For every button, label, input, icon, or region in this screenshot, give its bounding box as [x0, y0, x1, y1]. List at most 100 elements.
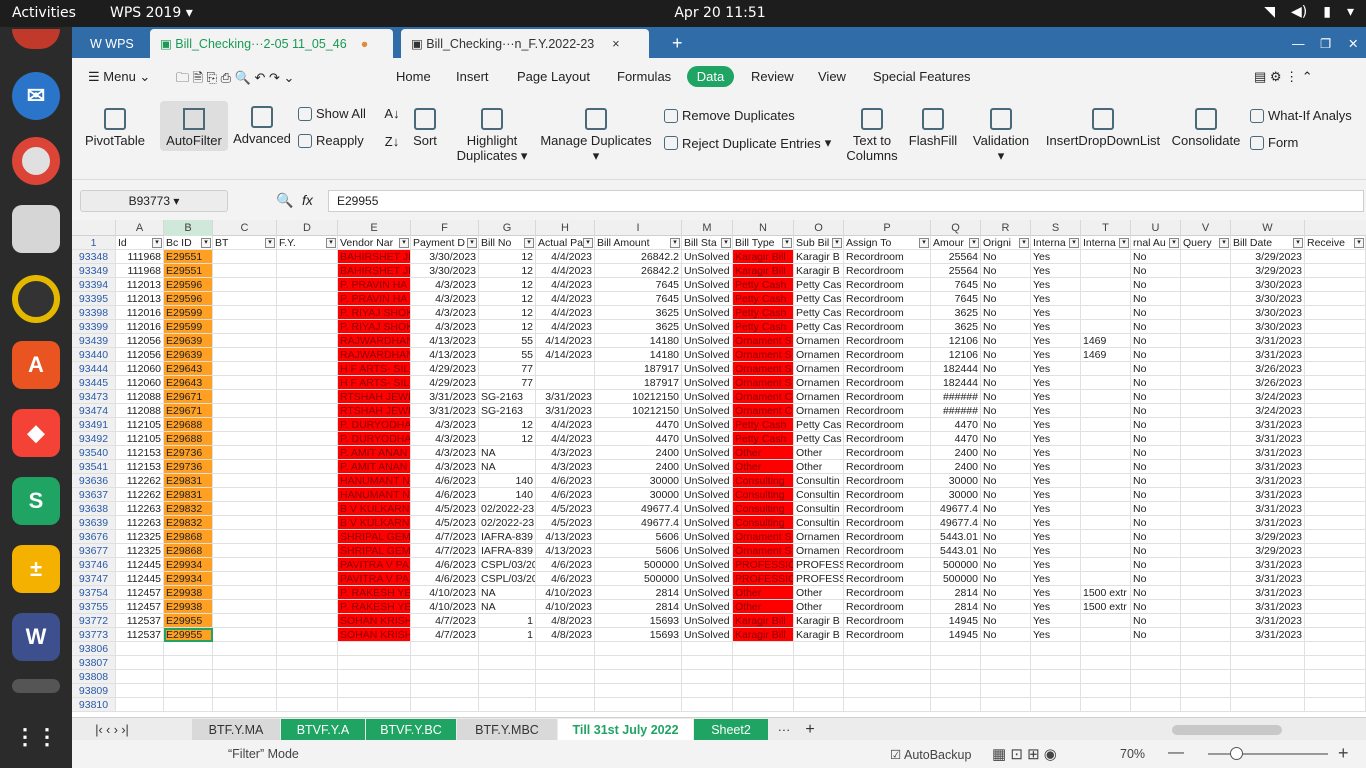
- cell[interactable]: 4/6/2023: [411, 572, 479, 586]
- cell[interactable]: 30000: [931, 474, 981, 488]
- cell[interactable]: Yes: [1031, 544, 1081, 558]
- cell[interactable]: E29736: [164, 460, 213, 474]
- header-cell[interactable]: BT ▾: [213, 236, 277, 250]
- header-cell[interactable]: Bc ID ▾: [164, 236, 213, 250]
- cell[interactable]: [213, 558, 277, 572]
- cell[interactable]: Recordroom: [844, 446, 931, 460]
- cell[interactable]: 26842.2: [595, 264, 682, 278]
- cell[interactable]: Recordroom: [844, 432, 931, 446]
- close-icon[interactable]: ×: [612, 37, 619, 51]
- cell[interactable]: [213, 264, 277, 278]
- cell[interactable]: BAHIRSHET JE: [338, 264, 411, 278]
- cell[interactable]: 3/31/2023: [1231, 600, 1305, 614]
- cell[interactable]: 4470: [931, 418, 981, 432]
- cell[interactable]: [277, 446, 338, 460]
- cell[interactable]: Yes: [1031, 334, 1081, 348]
- cell[interactable]: [277, 404, 338, 418]
- header-cell[interactable]: Assign To ▾: [844, 236, 931, 250]
- new-tab-button[interactable]: +: [662, 29, 693, 58]
- row-number[interactable]: 93773: [72, 628, 116, 642]
- row-number[interactable]: 93540: [72, 446, 116, 460]
- col-header-o[interactable]: O: [794, 220, 844, 236]
- cell[interactable]: [1181, 516, 1231, 530]
- cell[interactable]: 4/6/2023: [411, 488, 479, 502]
- cell[interactable]: Yes: [1031, 376, 1081, 390]
- cell[interactable]: E29832: [164, 502, 213, 516]
- cell[interactable]: 4/4/2023: [536, 250, 595, 264]
- cell[interactable]: 4/6/2023: [536, 558, 595, 572]
- cell[interactable]: [931, 698, 981, 712]
- cell[interactable]: 3/31/2023: [411, 390, 479, 404]
- cell[interactable]: Petty Cash: [733, 320, 794, 334]
- cell[interactable]: UnSolved: [682, 362, 733, 376]
- cell[interactable]: 77: [479, 362, 536, 376]
- cell[interactable]: Other: [794, 446, 844, 460]
- cell[interactable]: [844, 670, 931, 684]
- cell[interactable]: Petty Cas: [794, 292, 844, 306]
- cell[interactable]: Recordroom: [844, 264, 931, 278]
- cell[interactable]: [277, 684, 338, 698]
- cell[interactable]: Ornamen: [794, 530, 844, 544]
- cell[interactable]: Karagir B: [794, 250, 844, 264]
- cell[interactable]: Ornament C: [733, 390, 794, 404]
- cell[interactable]: UnSolved: [682, 586, 733, 600]
- cell[interactable]: [164, 684, 213, 698]
- cell[interactable]: [1081, 306, 1131, 320]
- consolidate-button[interactable]: Consolidate: [1170, 108, 1242, 148]
- cell[interactable]: Recordroom: [844, 376, 931, 390]
- cell[interactable]: [213, 698, 277, 712]
- cell[interactable]: [411, 656, 479, 670]
- cell[interactable]: [277, 250, 338, 264]
- cell[interactable]: [1181, 334, 1231, 348]
- cell[interactable]: [116, 642, 164, 656]
- row-number[interactable]: 93491: [72, 418, 116, 432]
- cell[interactable]: [277, 558, 338, 572]
- filter-dropdown-icon[interactable]: ▾: [721, 238, 731, 248]
- cell[interactable]: [1305, 362, 1366, 376]
- cell[interactable]: [213, 278, 277, 292]
- cell[interactable]: Consultin: [794, 474, 844, 488]
- drive-icon[interactable]: [12, 679, 60, 693]
- cell[interactable]: Other: [733, 586, 794, 600]
- cell[interactable]: No: [981, 250, 1031, 264]
- cell[interactable]: [1305, 334, 1366, 348]
- header-cell[interactable]: Receive ▾: [1305, 236, 1366, 250]
- cell[interactable]: [1305, 670, 1366, 684]
- reapply-button[interactable]: Reapply: [298, 133, 364, 148]
- cell[interactable]: 3/31/2023: [1231, 572, 1305, 586]
- cell[interactable]: No: [981, 446, 1031, 460]
- cell[interactable]: Recordroom: [844, 348, 931, 362]
- cell[interactable]: No: [981, 418, 1031, 432]
- cell[interactable]: UnSolved: [682, 264, 733, 278]
- cell[interactable]: 2400: [595, 446, 682, 460]
- cell[interactable]: IAFRA-839: [479, 530, 536, 544]
- cell[interactable]: No: [981, 348, 1031, 362]
- cell[interactable]: 2814: [595, 586, 682, 600]
- cell[interactable]: SHRIPAL GEM: [338, 530, 411, 544]
- cell[interactable]: E29831: [164, 474, 213, 488]
- cell[interactable]: Ornamen: [794, 362, 844, 376]
- cell[interactable]: Recordroom: [844, 614, 931, 628]
- cell[interactable]: E29599: [164, 320, 213, 334]
- col-header-h[interactable]: H: [536, 220, 595, 236]
- cell[interactable]: [1081, 670, 1131, 684]
- cell[interactable]: [277, 614, 338, 628]
- cell[interactable]: Recordroom: [844, 306, 931, 320]
- cell[interactable]: 3/31/2023: [411, 404, 479, 418]
- row-number[interactable]: 93809: [72, 684, 116, 698]
- show-all-button[interactable]: Show All: [298, 106, 366, 121]
- row-number[interactable]: 93676: [72, 530, 116, 544]
- cell[interactable]: 4/3/2023: [411, 460, 479, 474]
- cell[interactable]: NA: [479, 460, 536, 474]
- cell[interactable]: No: [981, 614, 1031, 628]
- col-header-u[interactable]: U: [1131, 220, 1181, 236]
- cell[interactable]: RAJWARDHAN: [338, 348, 411, 362]
- cell[interactable]: [682, 670, 733, 684]
- cell[interactable]: [1181, 264, 1231, 278]
- cell[interactable]: 3/29/2023: [1231, 544, 1305, 558]
- cell[interactable]: UnSolved: [682, 432, 733, 446]
- view-mode-icons[interactable]: ▦ ⊡ ⊞ ◉: [992, 745, 1057, 763]
- cell[interactable]: 4470: [931, 432, 981, 446]
- cell[interactable]: [733, 670, 794, 684]
- cell[interactable]: [1305, 614, 1366, 628]
